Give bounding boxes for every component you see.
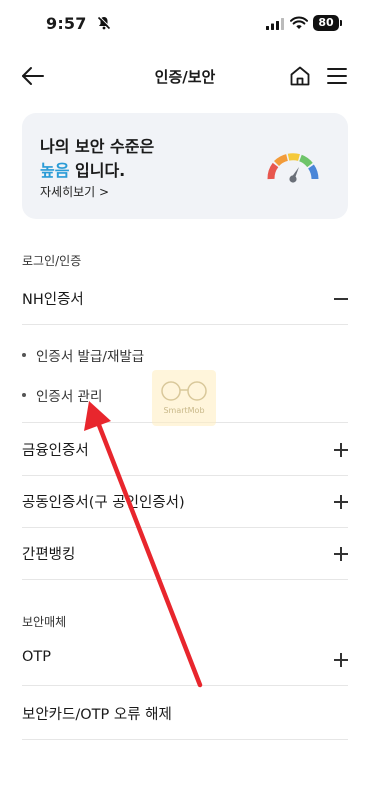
status-bar: 9:57 80 xyxy=(0,0,370,48)
screen: 9:57 80 인증/보안 나의 보안 수준은 높음 입니다. 자세히보기 > … xyxy=(0,0,370,800)
home-icon[interactable] xyxy=(288,64,312,88)
security-level-line: 높음 입니다. xyxy=(40,157,125,181)
page-title: 인증/보안 xyxy=(154,68,216,86)
bullet-icon xyxy=(22,353,26,357)
section-label-login-auth: 로그인/인증 xyxy=(22,254,82,268)
row-label: 공동인증서(구 공인인증서) xyxy=(22,495,185,511)
glasses-icon xyxy=(161,381,207,401)
security-level-value: 높음 xyxy=(40,161,70,180)
wifi-icon xyxy=(290,16,308,29)
security-gauge-icon xyxy=(267,153,319,183)
row-joint-certificate[interactable]: 공동인증서(구 공인인증서) xyxy=(22,476,348,528)
row-card-otp-error-release[interactable]: 보안카드/OTP 오류 해제 xyxy=(22,688,348,740)
security-level-suffix: 입니다. xyxy=(69,161,126,180)
app-header: 인증/보안 xyxy=(0,52,370,100)
row-nh-certificate[interactable]: NH인증서 xyxy=(22,273,348,325)
section-label-security-media: 보안매체 xyxy=(22,615,67,629)
row-otp[interactable]: OTP xyxy=(22,634,348,686)
battery-icon: 80 xyxy=(313,15,342,31)
bell-slash-icon xyxy=(97,16,111,30)
plus-icon[interactable] xyxy=(334,495,348,509)
row-simple-banking[interactable]: 간편뱅킹 xyxy=(22,528,348,580)
plus-icon[interactable] xyxy=(334,443,348,457)
minus-icon[interactable] xyxy=(334,292,348,306)
row-label: OTP xyxy=(22,649,52,665)
detail-link[interactable]: 자세히보기 > xyxy=(40,183,109,200)
watermark: SmartMob xyxy=(152,370,216,426)
plus-icon[interactable] xyxy=(334,653,348,667)
row-label: 금융인증서 xyxy=(22,443,89,459)
sub-item-label: 인증서 발급/재발급 xyxy=(36,349,145,365)
row-label: 간편뱅킹 xyxy=(22,547,76,563)
watermark-text: SmartMob xyxy=(163,406,205,415)
status-time: 9:57 xyxy=(46,14,87,33)
row-label: 보안카드/OTP 오류 해제 xyxy=(22,707,172,723)
signal-icon xyxy=(266,18,284,30)
security-level-text: 나의 보안 수준은 xyxy=(40,137,155,156)
row-financial-certificate[interactable]: 금융인증서 xyxy=(22,424,348,476)
bullet-icon xyxy=(22,393,26,397)
sub-item-label: 인증서 관리 xyxy=(36,389,103,405)
row-label: NH인증서 xyxy=(22,292,84,308)
plus-icon[interactable] xyxy=(334,547,348,561)
hamburger-menu-icon[interactable] xyxy=(326,65,348,87)
security-level-card[interactable]: 나의 보안 수준은 높음 입니다. 자세히보기 > xyxy=(22,113,348,219)
